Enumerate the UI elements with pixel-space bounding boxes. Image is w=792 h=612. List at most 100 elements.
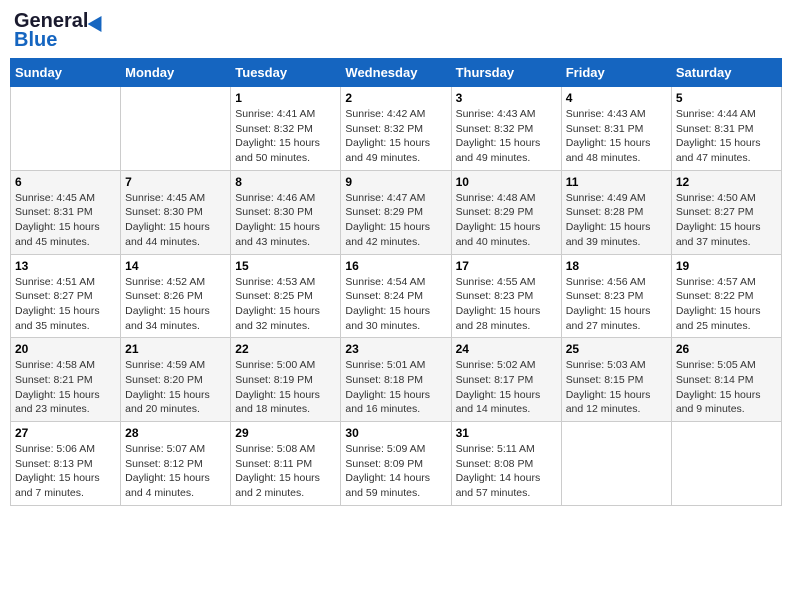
- calendar-cell: 15 Sunrise: 4:53 AM Sunset: 8:25 PM Dayli…: [231, 254, 341, 338]
- day-number: 26: [676, 342, 777, 356]
- day-number: 31: [456, 426, 557, 440]
- header-thursday: Thursday: [451, 59, 561, 87]
- day-info: Sunrise: 4:41 AM Sunset: 8:32 PM Dayligh…: [235, 107, 336, 166]
- calendar-cell: 24 Sunrise: 5:02 AM Sunset: 8:17 PM Dayli…: [451, 338, 561, 422]
- day-info: Sunrise: 4:46 AM Sunset: 8:30 PM Dayligh…: [235, 191, 336, 250]
- day-info: Sunrise: 4:48 AM Sunset: 8:29 PM Dayligh…: [456, 191, 557, 250]
- header-friday: Friday: [561, 59, 671, 87]
- calendar-table: SundayMondayTuesdayWednesdayThursdayFrid…: [10, 58, 782, 506]
- calendar-cell: [561, 422, 671, 506]
- header-saturday: Saturday: [671, 59, 781, 87]
- day-number: 1: [235, 91, 336, 105]
- calendar-cell: 3 Sunrise: 4:43 AM Sunset: 8:32 PM Daylig…: [451, 87, 561, 171]
- header-sunday: Sunday: [11, 59, 121, 87]
- day-number: 19: [676, 259, 777, 273]
- day-number: 9: [345, 175, 446, 189]
- day-number: 14: [125, 259, 226, 273]
- calendar-week-3: 13 Sunrise: 4:51 AM Sunset: 8:27 PM Dayli…: [11, 254, 782, 338]
- day-number: 27: [15, 426, 116, 440]
- day-info: Sunrise: 5:01 AM Sunset: 8:18 PM Dayligh…: [345, 358, 446, 417]
- day-number: 18: [566, 259, 667, 273]
- day-number: 29: [235, 426, 336, 440]
- day-number: 2: [345, 91, 446, 105]
- calendar-cell: 10 Sunrise: 4:48 AM Sunset: 8:29 PM Dayli…: [451, 170, 561, 254]
- calendar-cell: [671, 422, 781, 506]
- day-info: Sunrise: 4:53 AM Sunset: 8:25 PM Dayligh…: [235, 275, 336, 334]
- day-number: 17: [456, 259, 557, 273]
- day-number: 7: [125, 175, 226, 189]
- day-number: 12: [676, 175, 777, 189]
- day-number: 3: [456, 91, 557, 105]
- calendar-cell: 16Sunrise: 4:54 AM Sunset: 8:24 PM Dayli…: [341, 254, 451, 338]
- calendar-cell: 2 Sunrise: 4:42 AM Sunset: 8:32 PM Daylig…: [341, 87, 451, 171]
- calendar-week-2: 6 Sunrise: 4:45 AM Sunset: 8:31 PM Daylig…: [11, 170, 782, 254]
- day-info: Sunrise: 4:43 AM Sunset: 8:31 PM Dayligh…: [566, 107, 667, 166]
- day-number: 24: [456, 342, 557, 356]
- calendar-cell: 25 Sunrise: 5:03 AM Sunset: 8:15 PM Dayli…: [561, 338, 671, 422]
- day-number: 23: [345, 342, 446, 356]
- day-number: 10: [456, 175, 557, 189]
- calendar-cell: 12 Sunrise: 4:50 AM Sunset: 8:27 PM Dayli…: [671, 170, 781, 254]
- calendar-cell: 18 Sunrise: 4:56 AM Sunset: 8:23 PM Dayli…: [561, 254, 671, 338]
- day-number: 16: [345, 259, 446, 273]
- calendar-cell: 9 Sunrise: 4:47 AM Sunset: 8:29 PM Daylig…: [341, 170, 451, 254]
- day-info: Sunrise: 5:03 AM Sunset: 8:15 PM Dayligh…: [566, 358, 667, 417]
- day-info: Sunrise: 4:58 AM Sunset: 8:21 PM Dayligh…: [15, 358, 116, 417]
- day-info: Sunrise: 4:51 AM Sunset: 8:27 PM Dayligh…: [15, 275, 116, 334]
- calendar-cell: 1 Sunrise: 4:41 AM Sunset: 8:32 PM Daylig…: [231, 87, 341, 171]
- calendar-week-1: 1 Sunrise: 4:41 AM Sunset: 8:32 PM Daylig…: [11, 87, 782, 171]
- calendar-cell: 28Sunrise: 5:07 AM Sunset: 8:12 PM Dayli…: [121, 422, 231, 506]
- calendar-cell: 13 Sunrise: 4:51 AM Sunset: 8:27 PM Dayli…: [11, 254, 121, 338]
- calendar-cell: 23 Sunrise: 5:01 AM Sunset: 8:18 PM Dayli…: [341, 338, 451, 422]
- day-number: 11: [566, 175, 667, 189]
- calendar-cell: 7 Sunrise: 4:45 AM Sunset: 8:30 PM Daylig…: [121, 170, 231, 254]
- day-info: Sunrise: 5:11 AM Sunset: 8:08 PM Dayligh…: [456, 442, 557, 501]
- day-info: Sunrise: 4:44 AM Sunset: 8:31 PM Dayligh…: [676, 107, 777, 166]
- calendar-cell: 27 Sunrise: 5:06 AM Sunset: 8:13 PM Dayli…: [11, 422, 121, 506]
- day-info: Sunrise: 5:02 AM Sunset: 8:17 PM Dayligh…: [456, 358, 557, 417]
- day-number: 28: [125, 426, 226, 440]
- day-number: 8: [235, 175, 336, 189]
- day-info: Sunrise: 4:56 AM Sunset: 8:23 PM Dayligh…: [566, 275, 667, 334]
- day-number: 4: [566, 91, 667, 105]
- day-info: Sunrise: 4:50 AM Sunset: 8:27 PM Dayligh…: [676, 191, 777, 250]
- day-info: Sunrise: 5:08 AM Sunset: 8:11 PM Dayligh…: [235, 442, 336, 501]
- calendar-cell: 19 Sunrise: 4:57 AM Sunset: 8:22 PM Dayli…: [671, 254, 781, 338]
- day-info: Sunrise: 5:00 AM Sunset: 8:19 PM Dayligh…: [235, 358, 336, 417]
- day-info: Sunrise: 4:43 AM Sunset: 8:32 PM Dayligh…: [456, 107, 557, 166]
- calendar-cell: 22 Sunrise: 5:00 AM Sunset: 8:19 PM Dayli…: [231, 338, 341, 422]
- day-number: 30: [345, 426, 446, 440]
- day-info: Sunrise: 4:45 AM Sunset: 8:31 PM Dayligh…: [15, 191, 116, 250]
- calendar-cell: 29 Sunrise: 5:08 AM Sunset: 8:11 PM Dayli…: [231, 422, 341, 506]
- day-number: 6: [15, 175, 116, 189]
- logo-blue: Blue: [14, 29, 57, 52]
- calendar-cell: [121, 87, 231, 171]
- day-info: Sunrise: 4:47 AM Sunset: 8:29 PM Dayligh…: [345, 191, 446, 250]
- day-info: Sunrise: 4:42 AM Sunset: 8:32 PM Dayligh…: [345, 107, 446, 166]
- day-info: Sunrise: 5:06 AM Sunset: 8:13 PM Dayligh…: [15, 442, 116, 501]
- day-info: Sunrise: 5:05 AM Sunset: 8:14 PM Dayligh…: [676, 358, 777, 417]
- day-number: 25: [566, 342, 667, 356]
- logo: General Blue: [14, 10, 106, 52]
- calendar-cell: 26 Sunrise: 5:05 AM Sunset: 8:14 PM Dayli…: [671, 338, 781, 422]
- calendar-cell: 21Sunrise: 4:59 AM Sunset: 8:20 PM Dayli…: [121, 338, 231, 422]
- logo-triangle-icon: [88, 11, 109, 31]
- day-info: Sunrise: 4:57 AM Sunset: 8:22 PM Dayligh…: [676, 275, 777, 334]
- day-number: 5: [676, 91, 777, 105]
- calendar-cell: 31 Sunrise: 5:11 AM Sunset: 8:08 PM Dayli…: [451, 422, 561, 506]
- day-info: Sunrise: 4:52 AM Sunset: 8:26 PM Dayligh…: [125, 275, 226, 334]
- day-info: Sunrise: 5:09 AM Sunset: 8:09 PM Dayligh…: [345, 442, 446, 501]
- calendar-cell: 5 Sunrise: 4:44 AM Sunset: 8:31 PM Daylig…: [671, 87, 781, 171]
- day-number: 22: [235, 342, 336, 356]
- calendar-cell: 4 Sunrise: 4:43 AM Sunset: 8:31 PM Daylig…: [561, 87, 671, 171]
- calendar-cell: 8 Sunrise: 4:46 AM Sunset: 8:30 PM Daylig…: [231, 170, 341, 254]
- day-info: Sunrise: 4:59 AM Sunset: 8:20 PM Dayligh…: [125, 358, 226, 417]
- calendar-cell: 17Sunrise: 4:55 AM Sunset: 8:23 PM Dayli…: [451, 254, 561, 338]
- day-number: 13: [15, 259, 116, 273]
- calendar-week-5: 27 Sunrise: 5:06 AM Sunset: 8:13 PM Dayli…: [11, 422, 782, 506]
- day-info: Sunrise: 4:49 AM Sunset: 8:28 PM Dayligh…: [566, 191, 667, 250]
- day-number: 20: [15, 342, 116, 356]
- calendar-cell: [11, 87, 121, 171]
- day-number: 15: [235, 259, 336, 273]
- day-info: Sunrise: 4:45 AM Sunset: 8:30 PM Dayligh…: [125, 191, 226, 250]
